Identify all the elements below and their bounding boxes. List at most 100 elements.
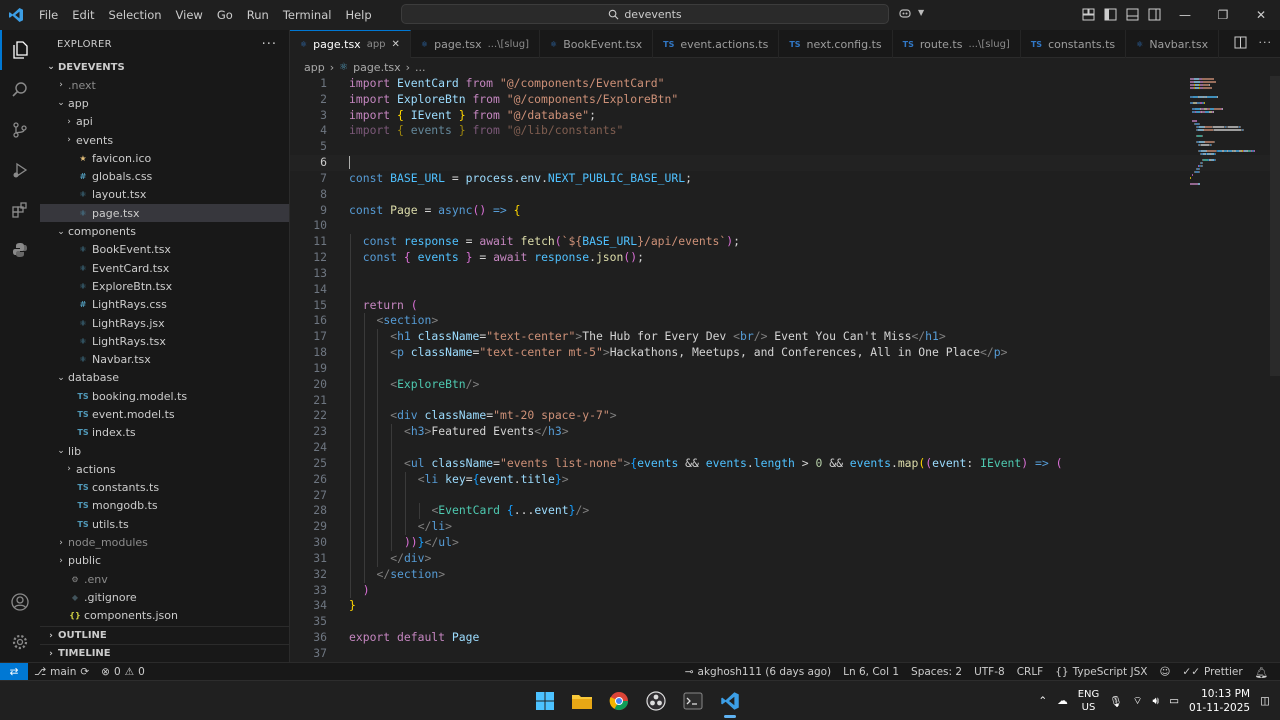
folder-item[interactable]: › .next [40, 76, 289, 94]
file-item[interactable]: # LightRays.css [40, 296, 289, 314]
file-item[interactable]: ⚛ BookEvent.tsx [40, 241, 289, 259]
folder-item[interactable]: ⌄ database [40, 369, 289, 387]
obs-studio-icon[interactable] [641, 684, 670, 718]
search-icon[interactable] [0, 70, 40, 110]
file-item[interactable]: TS mongodb.ts [40, 497, 289, 515]
timeline-section[interactable]: › TIMELINE [40, 644, 289, 662]
minimize-icon[interactable]: — [1166, 0, 1204, 30]
input-language[interactable]: ENG US [1078, 688, 1100, 714]
run-debug-icon[interactable] [0, 150, 40, 190]
settings-gear-icon[interactable] [0, 622, 40, 662]
source-control-icon[interactable] [0, 110, 40, 150]
file-item[interactable]: TS constants.ts [40, 479, 289, 497]
editor-tab[interactable]: ⚛ Navbar.tsx [1126, 30, 1220, 58]
toggle-primary-sidebar-icon[interactable] [1102, 6, 1118, 22]
minimap[interactable] [1190, 76, 1270, 662]
prettier-status[interactable]: ✓✓ Prettier [1176, 666, 1248, 678]
folder-item[interactable]: › events [40, 131, 289, 149]
clock[interactable]: 10:13 PM 01-11-2025 [1189, 687, 1250, 715]
folder-item[interactable]: › api [40, 113, 289, 131]
folder-item[interactable]: › public [40, 552, 289, 570]
file-item[interactable]: ⚛ Navbar.tsx [40, 350, 289, 368]
file-item[interactable]: TS utils.ts [40, 515, 289, 533]
editor-tab[interactable]: TS constants.ts [1021, 30, 1127, 58]
file-item[interactable]: TS event.model.ts [40, 405, 289, 423]
workspace-root[interactable]: ⌄ DEVEVENTS [40, 58, 289, 76]
file-item[interactable]: TS index.ts [40, 424, 289, 442]
encoding[interactable]: UTF-8 [968, 666, 1011, 678]
indentation[interactable]: Spaces: 2 [905, 666, 968, 678]
editor-tab[interactable]: ⚛ page.tsx app ✕ [290, 30, 411, 58]
menu-go[interactable]: Go [210, 0, 240, 30]
extensions-icon[interactable] [0, 190, 40, 230]
cursor-position[interactable]: Ln 6, Col 1 [837, 666, 905, 678]
file-item[interactable]: ⚛ layout.tsx [40, 186, 289, 204]
folder-item[interactable]: ⌄ lib [40, 442, 289, 460]
close-window-icon[interactable]: ✕ [1242, 0, 1280, 30]
toggle-panel-icon[interactable] [1124, 6, 1140, 22]
folder-item[interactable]: › node_modules [40, 533, 289, 551]
breadcrumb-symbol[interactable]: ... [415, 61, 426, 74]
problems-indicator[interactable]: ⊗ 0 ⚠ 0 [95, 666, 151, 678]
file-explorer-icon[interactable] [567, 684, 596, 718]
accounts-icon[interactable] [0, 582, 40, 622]
file-item[interactable]: ⚛ ExploreBtn.tsx [40, 277, 289, 295]
more-actions-icon[interactable]: ··· [1259, 36, 1273, 52]
editor-tab[interactable]: ⚛ BookEvent.tsx [540, 30, 654, 58]
notification-center-icon[interactable]: ◫ [1260, 695, 1270, 707]
command-center-search[interactable]: devevents [401, 4, 889, 24]
more-actions-icon[interactable]: ··· [262, 37, 277, 52]
file-item[interactable]: ⚛ LightRays.tsx [40, 332, 289, 350]
menu-terminal[interactable]: Terminal [276, 0, 339, 30]
end-of-line[interactable]: CRLF [1011, 666, 1050, 678]
branch-indicator[interactable]: ⎇ main ⟳ [28, 666, 95, 678]
file-item[interactable]: ⚙ .env [40, 570, 289, 588]
explorer-icon[interactable] [0, 30, 40, 70]
breadcrumb-folder[interactable]: app [304, 61, 325, 74]
file-item[interactable]: ★ favicon.ico [40, 149, 289, 167]
python-icon[interactable] [0, 230, 40, 270]
language-mode[interactable]: {} TypeScript JSX [1049, 666, 1153, 678]
wifi-icon[interactable]: ⌔ [1133, 694, 1143, 708]
outline-section[interactable]: › OUTLINE [40, 626, 289, 644]
restore-icon[interactable]: ❐ [1204, 0, 1242, 30]
close-tab-icon[interactable]: ✕ [392, 39, 400, 50]
copilot-status-icon[interactable]: ☺ [1153, 666, 1176, 678]
file-item[interactable]: ⚛ page.tsx [40, 204, 289, 223]
folder-item[interactable]: › actions [40, 460, 289, 478]
editor-tab[interactable]: TS next.config.ts [779, 30, 893, 58]
editor-tab[interactable]: ⚛ page.tsx ...\[slug] [411, 30, 541, 58]
file-item[interactable]: ◆ .gitignore [40, 588, 289, 606]
windows-start-icon[interactable] [530, 684, 559, 718]
terminal-icon[interactable] [678, 684, 707, 718]
speaker-icon[interactable]: 🔊︎ [1153, 695, 1160, 708]
menu-run[interactable]: Run [240, 0, 276, 30]
editor-tab[interactable]: TS event.actions.ts [653, 30, 780, 58]
file-item[interactable]: TS booking.model.ts [40, 387, 289, 405]
menu-edit[interactable]: Edit [65, 0, 101, 30]
file-item[interactable]: ⚛ EventCard.tsx [40, 259, 289, 277]
menu-help[interactable]: Help [338, 0, 378, 30]
folder-item[interactable]: ⌄ components [40, 222, 289, 240]
file-item[interactable]: ⚛ LightRays.jsx [40, 314, 289, 332]
remote-indicator-icon[interactable]: ⇄ [0, 662, 28, 681]
onedrive-cloud-icon[interactable]: ☁ [1057, 695, 1068, 707]
code-editor[interactable]: 1 import EventCard from "@/components/Eve… [290, 76, 1280, 662]
file-item[interactable]: {} components.json [40, 607, 289, 625]
chevron-up-icon[interactable]: ⌃ [1038, 695, 1047, 707]
editor-scrollbar[interactable] [1270, 76, 1280, 376]
menu-view[interactable]: View [169, 0, 210, 30]
folder-item[interactable]: ⌄ app [40, 94, 289, 112]
battery-icon[interactable]: ▭ [1169, 695, 1179, 707]
breadcrumb-file[interactable]: page.tsx [353, 61, 401, 74]
microphone-icon[interactable]: 🎙︎ [1109, 695, 1122, 708]
notifications-bell-icon[interactable]: 🔔︎ [1249, 666, 1274, 679]
menu-file[interactable]: File [32, 0, 65, 30]
menu-selection[interactable]: Selection [102, 0, 169, 30]
git-blame[interactable]: ⊸ akghosh111 (6 days ago) [679, 666, 837, 678]
vscode-taskbar-icon[interactable] [715, 684, 744, 718]
file-item[interactable]: # globals.css [40, 167, 289, 185]
editor-tab[interactable]: TS route.ts ...\[slug] [893, 30, 1021, 58]
copilot-menu[interactable]: ▼ [898, 6, 924, 20]
split-editor-icon[interactable] [1234, 36, 1247, 52]
